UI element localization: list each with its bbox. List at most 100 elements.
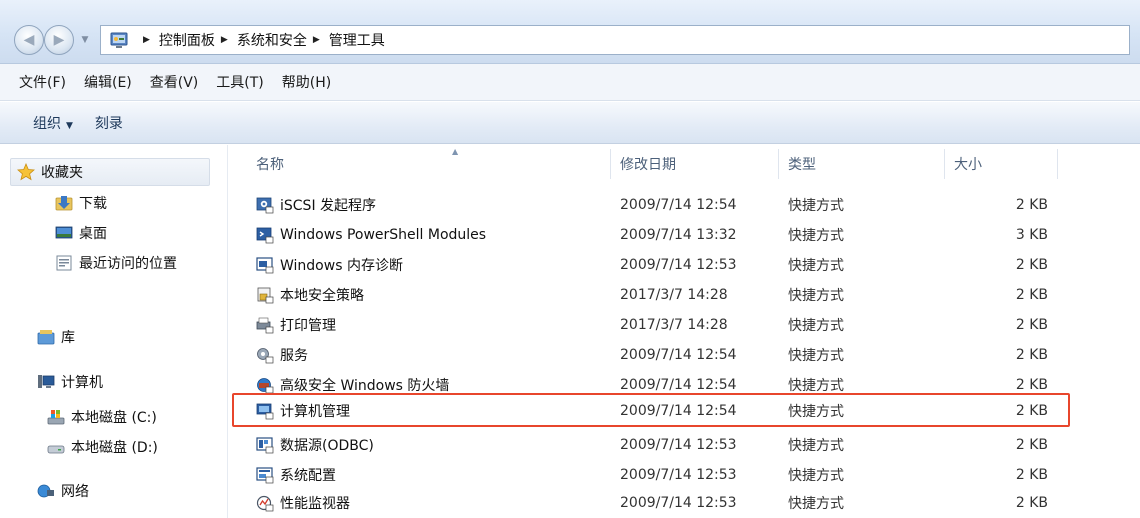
nav-network[interactable]: 网络 <box>37 481 89 501</box>
nav-desktop[interactable]: 桌面 <box>55 223 107 243</box>
address-box[interactable]: ▶ 控制面板 ▶ 系统和安全 ▶ 管理工具 <box>100 25 1130 55</box>
column-divider[interactable] <box>1057 149 1058 179</box>
file-type: 快捷方式 <box>788 288 844 304</box>
pane-divider[interactable] <box>227 145 228 518</box>
nav-recent-places[interactable]: 最近访问的位置 <box>55 253 177 273</box>
column-divider[interactable] <box>610 149 611 179</box>
back-button[interactable]: ◀ <box>14 25 44 55</box>
column-header-row: ▲ 名称 修改日期 类型 大小 <box>232 145 1058 183</box>
file-date: 2009/7/14 12:54 <box>620 377 737 393</box>
file-name: iSCSI 发起程序 <box>280 198 377 214</box>
file-name: 本地安全策略 <box>280 288 364 304</box>
file-type: 快捷方式 <box>788 404 844 420</box>
file-date: 2009/7/14 12:53 <box>620 495 737 511</box>
file-type: 快捷方式 <box>788 378 844 394</box>
file-row-computer-management[interactable]: 计算机管理 2009/7/14 12:54 快捷方式 2 KB <box>232 396 1058 426</box>
column-divider[interactable] <box>944 149 945 179</box>
file-date: 2009/7/14 12:54 <box>620 197 737 213</box>
system-config-icon <box>256 467 274 484</box>
menu-tools[interactable]: 工具(T) <box>216 72 263 92</box>
powershell-icon <box>256 227 274 244</box>
file-row[interactable]: 服务 2009/7/14 12:54 快捷方式 2 KB <box>232 340 1058 370</box>
column-divider[interactable] <box>778 149 779 179</box>
file-size: 2 KB <box>1015 287 1048 303</box>
file-size: 2 KB <box>1015 495 1048 511</box>
column-header-name-label: 名称 <box>256 157 284 173</box>
column-header-name[interactable]: 名称 <box>256 145 606 183</box>
file-name: 打印管理 <box>280 318 336 334</box>
nav-disk-c[interactable]: 本地磁盘 (C:) <box>47 407 157 427</box>
file-row[interactable]: Windows PowerShell Modules 2009/7/14 13:… <box>232 220 1058 250</box>
file-date: 2009/7/14 13:32 <box>620 227 737 243</box>
menu-view[interactable]: 查看(V) <box>150 72 199 92</box>
file-date: 2009/7/14 12:53 <box>620 437 737 453</box>
nav-computer-label: 计算机 <box>61 375 103 391</box>
file-row[interactable]: 数据源(ODBC) 2009/7/14 12:53 快捷方式 2 KB <box>232 430 1058 460</box>
forward-button[interactable]: ▶ <box>44 25 74 55</box>
file-name: 高级安全 Windows 防火墙 <box>280 378 450 394</box>
nav-recent-places-label: 最近访问的位置 <box>79 256 177 272</box>
nav-network-label: 网络 <box>61 484 89 500</box>
column-header-date[interactable]: 修改日期 <box>620 145 780 183</box>
file-type: 快捷方式 <box>788 468 844 484</box>
menu-file[interactable]: 文件(F) <box>19 72 66 92</box>
chevron-down-icon: ▼ <box>66 120 73 131</box>
file-row[interactable]: 系统配置 2009/7/14 12:53 快捷方式 2 KB <box>232 460 1058 490</box>
iscsi-icon <box>256 197 274 214</box>
file-type: 快捷方式 <box>788 496 844 512</box>
organize-label: 组织 <box>33 115 61 132</box>
file-date: 2017/3/7 14:28 <box>620 287 728 303</box>
file-size: 2 KB <box>1015 377 1048 393</box>
burn-button[interactable]: 刻录 <box>95 113 123 133</box>
recent-pages-dropdown[interactable]: ▼ <box>78 33 92 47</box>
nav-libraries[interactable]: 库 <box>37 327 75 347</box>
breadcrumb-control-panel[interactable]: 控制面板 <box>159 30 215 50</box>
file-row[interactable]: 性能监视器 2009/7/14 12:53 快捷方式 2 KB <box>232 488 1058 518</box>
nav-downloads[interactable]: 下载 <box>55 193 107 213</box>
nav-favorites-label: 收藏夹 <box>41 165 83 181</box>
security-policy-icon <box>257 287 274 304</box>
chevron-down-icon: ▼ <box>81 35 89 45</box>
column-header-type[interactable]: 类型 <box>788 145 938 183</box>
file-type: 快捷方式 <box>788 198 844 214</box>
computer-management-icon <box>256 403 274 420</box>
file-size: 2 KB <box>1015 347 1048 363</box>
odbc-icon <box>256 437 274 454</box>
file-type: 快捷方式 <box>788 438 844 454</box>
file-size: 3 KB <box>1015 227 1048 243</box>
breadcrumb-admin-tools[interactable]: 管理工具 <box>329 30 385 50</box>
command-bar: 组织 ▼ 刻录 <box>0 102 1140 144</box>
breadcrumb-separator-icon[interactable]: ▶ <box>221 35 228 45</box>
file-row[interactable]: iSCSI 发起程序 2009/7/14 12:54 快捷方式 2 KB <box>232 190 1058 220</box>
downloads-folder-icon <box>55 196 73 211</box>
services-icon <box>257 348 274 364</box>
breadcrumb-separator-icon[interactable]: ▶ <box>143 35 150 45</box>
breadcrumb-system-security[interactable]: 系统和安全 <box>237 30 307 50</box>
nav-computer[interactable]: 计算机 <box>37 372 103 392</box>
menu-help[interactable]: 帮助(H) <box>282 72 331 92</box>
file-size: 2 KB <box>1015 437 1048 453</box>
nav-disk-d[interactable]: 本地磁盘 (D:) <box>47 437 158 457</box>
file-type: 快捷方式 <box>788 348 844 364</box>
column-header-date-label: 修改日期 <box>620 157 676 173</box>
column-header-size[interactable]: 大小 <box>954 145 1054 183</box>
control-panel-icon <box>110 32 128 48</box>
file-row[interactable]: 打印管理 2017/3/7 14:28 快捷方式 2 KB <box>232 310 1058 340</box>
menu-bar: 文件(F) 编辑(E) 查看(V) 工具(T) 帮助(H) <box>0 64 1140 101</box>
file-type: 快捷方式 <box>788 318 844 334</box>
file-type: 快捷方式 <box>788 228 844 244</box>
nav-desktop-label: 桌面 <box>79 226 107 242</box>
back-arrow-icon: ◀ <box>23 32 35 48</box>
file-row[interactable]: Windows 内存诊断 2009/7/14 12:53 快捷方式 2 KB <box>232 250 1058 280</box>
nav-disk-d-label: 本地磁盘 (D:) <box>71 440 158 456</box>
file-size: 2 KB <box>1015 197 1048 213</box>
file-date: 2017/3/7 14:28 <box>620 317 728 333</box>
menu-edit[interactable]: 编辑(E) <box>84 72 132 92</box>
file-date: 2009/7/14 12:54 <box>620 347 737 363</box>
nav-downloads-label: 下载 <box>79 196 107 212</box>
nav-favorites[interactable]: 收藏夹 <box>10 158 210 186</box>
organize-button[interactable]: 组织 ▼ <box>33 113 73 133</box>
breadcrumb-separator-icon[interactable]: ▶ <box>313 35 320 45</box>
file-name: 计算机管理 <box>280 404 350 420</box>
file-row[interactable]: 本地安全策略 2017/3/7 14:28 快捷方式 2 KB <box>232 280 1058 310</box>
